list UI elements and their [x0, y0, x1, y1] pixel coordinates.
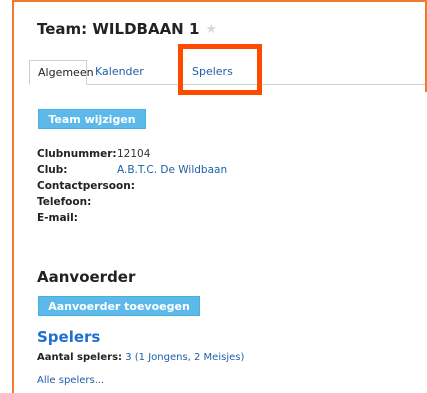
club-label: Club: [37, 164, 68, 176]
email-label: E-mail: [37, 212, 78, 224]
team-info: Clubnummer: 12104 Club: A.B.T.C. De Wild… [37, 146, 227, 226]
aanvoerder-heading: Aanvoerder [37, 268, 136, 286]
clubnummer-label: Clubnummer: [37, 148, 117, 160]
player-count-label: Aantal spelers: [37, 352, 123, 363]
contact-row: Contactpersoon: [37, 178, 227, 194]
email-row: E-mail: [37, 210, 227, 226]
contact-label: Contactpersoon: [37, 180, 135, 192]
favorite-star-icon[interactable]: ★ [205, 22, 217, 37]
telefoon-row: Telefoon: [37, 194, 227, 210]
club-row: Club: A.B.T.C. De Wildbaan [37, 162, 227, 178]
club-link[interactable]: A.B.T.C. De Wildbaan [117, 162, 227, 178]
tab-algemeen[interactable]: Algemeen [29, 60, 94, 85]
telefoon-label: Telefoon: [37, 196, 92, 208]
tab-kalender[interactable]: Kalender [87, 60, 173, 84]
all-players-link[interactable]: Alle spelers... [37, 375, 104, 386]
spelers-heading-link[interactable]: Spelers [37, 328, 100, 346]
page-title: Team: WILDBAAN 1 ★ [37, 20, 217, 38]
clubnummer-row: Clubnummer: 12104 [37, 146, 227, 162]
player-count: Aantal spelers: 3 (1 Jongens, 2 Meisjes) [37, 352, 244, 363]
add-captain-button[interactable]: Aanvoerder toevoegen [38, 296, 200, 316]
player-count-link[interactable]: 3 (1 Jongens, 2 Meisjes) [125, 352, 244, 363]
team-title: Team: WILDBAAN 1 [37, 20, 200, 38]
spelers-tab-highlight [178, 44, 262, 95]
team-edit-button[interactable]: Team wijzigen [38, 109, 146, 129]
clubnummer-value: 12104 [117, 148, 151, 160]
